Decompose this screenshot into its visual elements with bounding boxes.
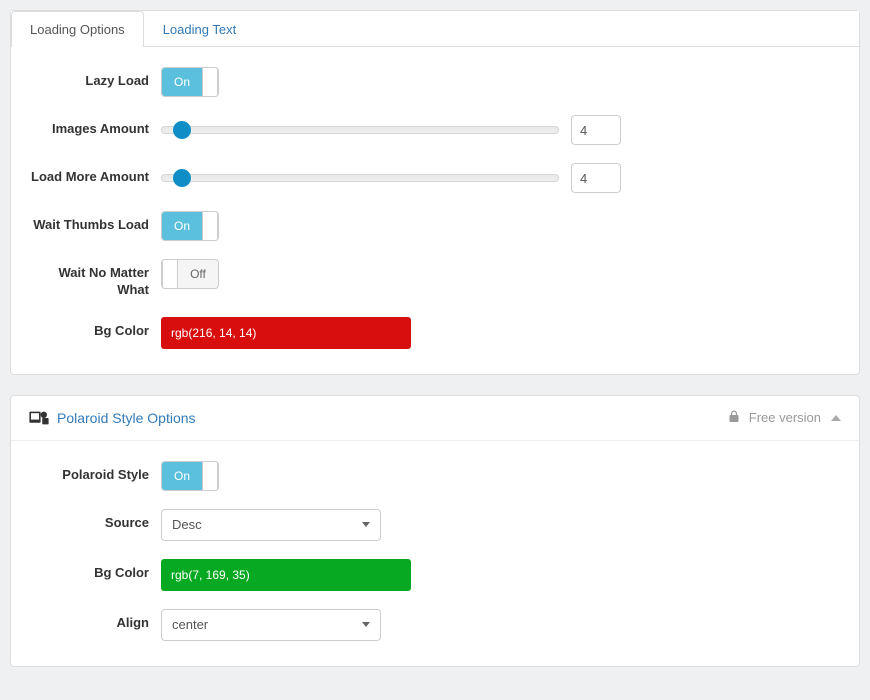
panel-header-left: Polaroid Style Options [29, 410, 196, 426]
row-source: Source Desc [31, 509, 839, 541]
select-align[interactable]: center [161, 609, 381, 641]
collapse-caret-icon[interactable] [831, 415, 841, 421]
row-bg-color-loading: Bg Color rgb(216, 14, 14) [31, 317, 839, 349]
color-field-loading[interactable]: rgb(216, 14, 14) [161, 317, 411, 349]
toggle-label: Off [178, 267, 218, 281]
row-load-more-amount: Load More Amount [31, 163, 839, 193]
toggle-knob [202, 212, 218, 240]
label-wait-no-matter: Wait No Matter What [31, 259, 161, 299]
label-bg-color: Bg Color [31, 559, 161, 582]
label-lazy-load: Lazy Load [31, 67, 161, 90]
select-value: Desc [172, 517, 202, 532]
input-load-more-amount[interactable] [571, 163, 621, 193]
row-bg-color-polaroid: Bg Color rgb(7, 169, 35) [31, 559, 839, 591]
row-wait-thumbs: Wait Thumbs Load On [31, 211, 839, 241]
toggle-knob [202, 462, 218, 490]
chevron-down-icon [362, 522, 370, 527]
row-align: Align center [31, 609, 839, 641]
row-images-amount: Images Amount [31, 115, 839, 145]
select-value: center [172, 617, 208, 632]
toggle-knob [202, 68, 218, 96]
polaroid-body: Polaroid Style On Source Desc Bg Color r… [11, 441, 859, 666]
panel-header-polaroid: Polaroid Style Options Free version [11, 396, 859, 441]
toggle-wait-no-matter[interactable]: Off [161, 259, 219, 289]
row-lazy-load: Lazy Load On [31, 67, 839, 97]
module-icon [29, 410, 49, 426]
row-polaroid-style: Polaroid Style On [31, 461, 839, 491]
tabs: Loading Options Loading Text [11, 11, 859, 47]
label-source: Source [31, 509, 161, 532]
color-field-polaroid[interactable]: rgb(7, 169, 35) [161, 559, 411, 591]
label-polaroid-style: Polaroid Style [31, 461, 161, 484]
chevron-down-icon [362, 622, 370, 627]
toggle-wait-thumbs[interactable]: On [161, 211, 219, 241]
slider-images-amount[interactable] [161, 126, 559, 134]
label-align: Align [31, 609, 161, 632]
lock-icon [729, 410, 739, 425]
row-wait-no-matter: Wait No Matter What Off [31, 259, 839, 299]
free-version-badge: Free version [749, 410, 821, 425]
toggle-label: On [162, 75, 202, 89]
loading-options-panel: Loading Options Loading Text Lazy Load O… [10, 10, 860, 375]
input-images-amount[interactable] [571, 115, 621, 145]
label-wait-thumbs: Wait Thumbs Load [31, 211, 161, 234]
label-images-amount: Images Amount [31, 115, 161, 138]
select-source[interactable]: Desc [161, 509, 381, 541]
panel-title: Polaroid Style Options [57, 410, 196, 426]
tab-loading-text[interactable]: Loading Text [144, 11, 256, 47]
toggle-knob [162, 260, 178, 288]
toggle-polaroid-style[interactable]: On [161, 461, 219, 491]
toggle-lazy-load[interactable]: On [161, 67, 219, 97]
toggle-label: On [162, 219, 202, 233]
label-bg-color: Bg Color [31, 317, 161, 340]
slider-thumb[interactable] [173, 121, 191, 139]
toggle-label: On [162, 469, 202, 483]
panel-header-right: Free version [729, 410, 841, 425]
slider-load-more-amount[interactable] [161, 174, 559, 182]
polaroid-panel: Polaroid Style Options Free version Pola… [10, 395, 860, 667]
label-load-more-amount: Load More Amount [31, 163, 161, 186]
slider-thumb[interactable] [173, 169, 191, 187]
tab-loading-options[interactable]: Loading Options [11, 11, 144, 47]
loading-options-body: Lazy Load On Images Amount Load Mor [11, 47, 859, 374]
